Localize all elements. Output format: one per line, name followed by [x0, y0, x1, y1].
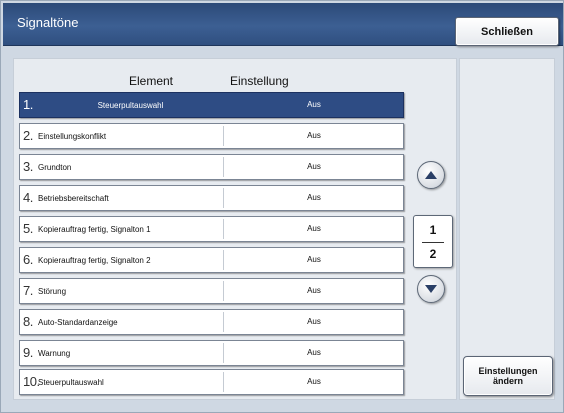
row-number: 2.: [23, 128, 33, 143]
page-current: 1: [429, 223, 437, 237]
row-element-name: Betriebsbereitschaft: [38, 194, 109, 203]
window-title: Signaltöne: [17, 15, 79, 30]
row-number: 1.: [23, 97, 33, 112]
title-bar: Signaltöne Schließen: [3, 3, 563, 46]
row-setting-value: Aus: [307, 255, 321, 264]
row-divider: [223, 312, 224, 332]
page-total: 2: [429, 247, 437, 261]
row-number: 5.: [23, 221, 33, 236]
row-element-name: Einstellungskonflikt: [38, 132, 107, 141]
list-item[interactable]: 8. Auto-Standardanzeige Aus: [19, 309, 404, 335]
chevron-up-icon: [425, 171, 437, 179]
row-divider: [223, 372, 224, 392]
scroll-down-button[interactable]: [417, 275, 445, 303]
row-element-name: Kopierauftrag fertig, Signalton 1: [38, 225, 151, 234]
column-header-element: Element: [128, 74, 174, 88]
row-element-name: Auto-Standardanzeige: [38, 318, 118, 327]
change-settings-button[interactable]: Einstellungen ändern: [463, 356, 553, 396]
row-setting-value: Aus: [307, 193, 321, 202]
list-item[interactable]: 6. Kopierauftrag fertig, Signalton 2 Aus: [19, 247, 404, 273]
row-number: 9.: [23, 345, 33, 360]
list-item[interactable]: 1. Steuerpultauswahl Aus: [19, 92, 404, 118]
list-item[interactable]: 10. Steuerpultauswahl Aus: [19, 369, 404, 395]
row-divider: [223, 188, 224, 208]
row-setting-value: Aus: [307, 348, 321, 357]
row-divider: [223, 95, 224, 115]
row-setting-value: Aus: [307, 317, 321, 326]
row-divider: [223, 250, 224, 270]
row-element-name: Steuerpultauswahl: [38, 378, 104, 387]
row-setting-value: Aus: [307, 377, 321, 386]
row-element-name: Kopierauftrag fertig, Signalton 2: [38, 256, 151, 265]
row-number: 4.: [23, 190, 33, 205]
list-item[interactable]: 4. Betriebsbereitschaft Aus: [19, 185, 404, 211]
side-panel: [459, 58, 555, 400]
column-header-setting: Einstellung: [230, 74, 289, 88]
list-item[interactable]: 2. Einstellungskonflikt Aus: [19, 123, 404, 149]
row-setting-value: Aus: [307, 286, 321, 295]
chevron-down-icon: [425, 285, 437, 293]
row-divider: [223, 343, 224, 363]
row-divider: [223, 219, 224, 239]
row-divider: [223, 126, 224, 146]
row-divider: [223, 157, 224, 177]
row-divider: [223, 281, 224, 301]
list-item[interactable]: 7. Störung Aus: [19, 278, 404, 304]
scroll-up-button[interactable]: [417, 161, 445, 189]
row-setting-value: Aus: [307, 162, 321, 171]
row-element-name: Warnung: [38, 349, 71, 358]
row-element-name: Störung: [38, 287, 67, 296]
row-setting-value: Aus: [307, 100, 321, 109]
row-number: 3.: [23, 159, 33, 174]
close-button[interactable]: Schließen: [455, 17, 559, 46]
list-item[interactable]: 9. Warnung Aus: [19, 340, 404, 366]
row-setting-value: Aus: [307, 131, 321, 140]
page-indicator: 1 2: [413, 215, 453, 268]
page-divider: [422, 242, 444, 243]
list-item[interactable]: 5. Kopierauftrag fertig, Signalton 1 Aus: [19, 216, 404, 242]
list-item[interactable]: 3. Grundton Aus: [19, 154, 404, 180]
row-element-name: Steuerpultauswahl: [97, 101, 164, 110]
row-element-name: Grundton: [38, 163, 72, 172]
row-number: 7.: [23, 283, 33, 298]
dialog-window: Signaltöne Schließen Element Einstellung…: [0, 0, 564, 413]
row-setting-value: Aus: [307, 224, 321, 233]
row-number: 8.: [23, 314, 33, 329]
row-number: 6.: [23, 252, 33, 267]
